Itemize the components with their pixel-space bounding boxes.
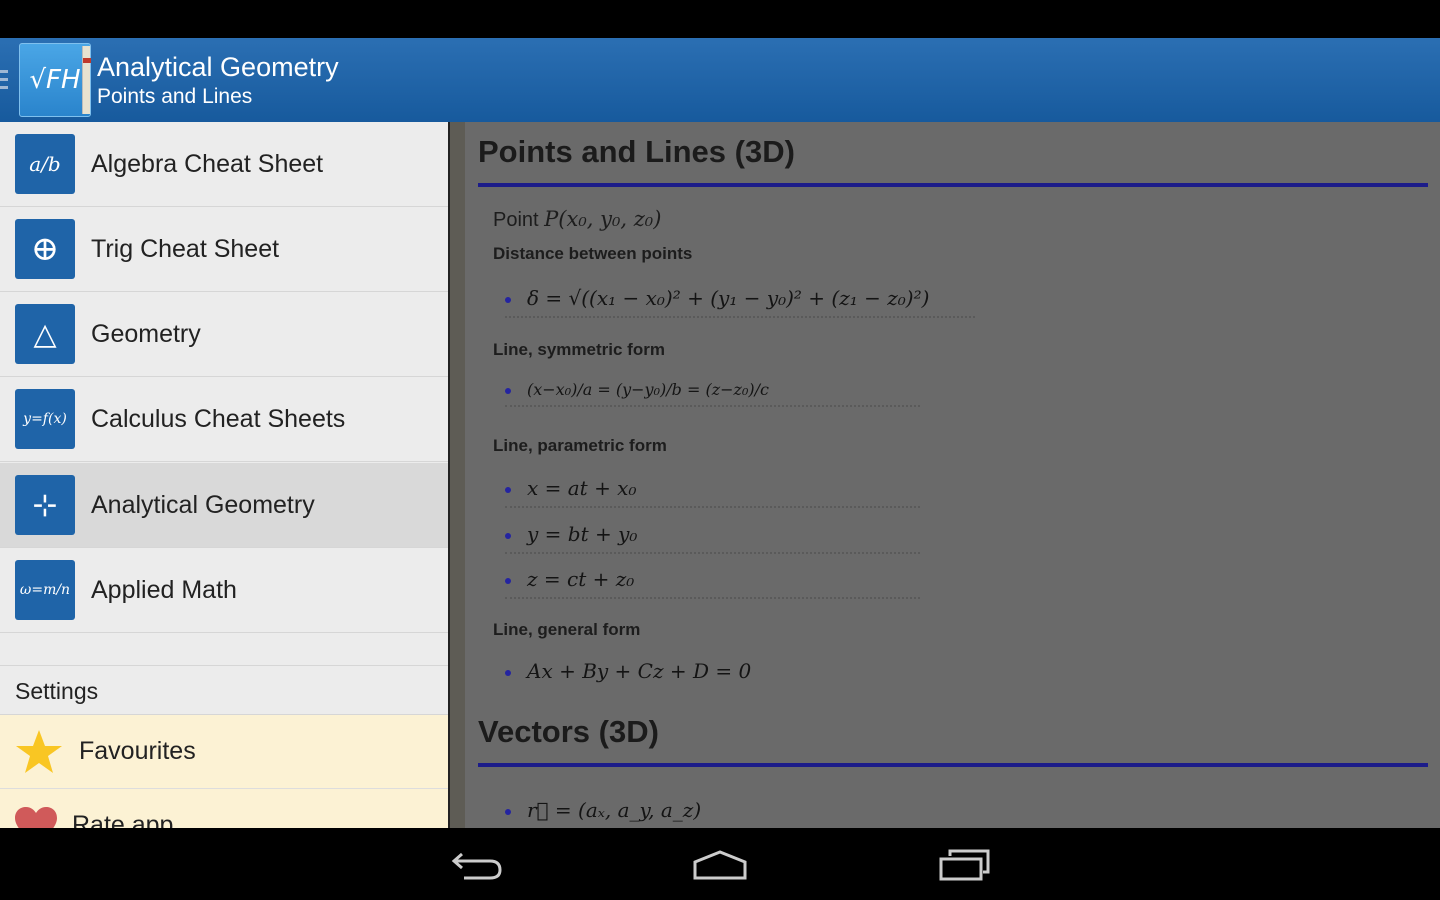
drawer-item-calculus[interactable]: y=f(x) Calculus Cheat Sheets	[0, 377, 448, 462]
section-heading: Vectors (3D)	[478, 714, 659, 749]
formula-text: z = ct + z₀	[527, 567, 635, 591]
system-nav-bar	[0, 828, 1440, 900]
home-icon[interactable]	[692, 848, 748, 880]
page-title: Analytical Geometry	[97, 52, 339, 82]
content-edge	[450, 122, 465, 828]
star-icon	[16, 729, 62, 773]
section-heading: Points and Lines (3D)	[478, 134, 795, 169]
parametric-z: z = ct + z₀	[505, 567, 920, 599]
favourites-item[interactable]: Favourites	[0, 715, 448, 789]
bullet-icon	[505, 486, 511, 493]
recent-apps-icon[interactable]	[938, 848, 992, 882]
vector-formula: r⃗ = (aₓ, a_y, a_z)	[505, 798, 920, 828]
drawer-item-label: Algebra Cheat Sheet	[91, 149, 324, 178]
back-icon[interactable]	[450, 848, 504, 880]
trig-quadrants-icon: ⊕	[15, 219, 75, 279]
rate-app-label: Rate app	[72, 811, 174, 828]
formula-text: x = at + x₀	[527, 476, 637, 500]
triangle-icon: △	[15, 304, 75, 364]
point-formula: P(x₀, y₀, z₀)	[544, 207, 662, 231]
omega-icon: ω=m/n	[15, 560, 75, 620]
drawer-toggle-icon[interactable]	[0, 70, 8, 94]
drawer-item-label: Applied Math	[91, 575, 237, 604]
drawer-item-label: Calculus Cheat Sheets	[91, 404, 346, 433]
page-subtitle: Points and Lines	[97, 85, 253, 108]
function-icon: y=f(x)	[15, 389, 75, 449]
heart-icon	[15, 807, 57, 828]
bullet-icon	[505, 532, 511, 539]
status-bar	[0, 0, 1440, 38]
navigation-drawer[interactable]: a/b Algebra Cheat Sheet ⊕ Trig Cheat Sheet…	[0, 122, 450, 828]
general-formula: Ax + By + Cz + D = 0	[505, 659, 920, 689]
distance-label: Distance between points	[493, 244, 693, 263]
drawer-item-applied-math[interactable]: ω=m/n Applied Math	[0, 548, 448, 633]
divider	[478, 763, 1428, 767]
app-logo[interactable]: √FH	[19, 43, 91, 117]
formula-text: Ax + By + Cz + D = 0	[527, 659, 752, 683]
formula-text: y = bt + y₀	[527, 522, 638, 546]
parametric-y: y = bt + y₀	[505, 522, 920, 554]
drawer-item-trig[interactable]: ⊕ Trig Cheat Sheet	[0, 207, 448, 292]
formula-text: r⃗ = (aₓ, a_y, a_z)	[527, 798, 702, 822]
drawer-item-algebra[interactable]: a/b Algebra Cheat Sheet	[0, 122, 448, 207]
action-bar: √FH Analytical Geometry Points and Lines	[0, 38, 1440, 122]
drawer-item-label: Geometry	[91, 319, 201, 348]
parametric-label: Line, parametric form	[493, 436, 667, 455]
rate-app-item[interactable]: Rate app	[0, 789, 448, 828]
symmetric-label: Line, symmetric form	[493, 340, 665, 359]
axes-icon: ⊹	[15, 475, 75, 535]
favourites-label: Favourites	[79, 737, 196, 765]
point-label: Point	[493, 209, 539, 231]
drawer-item-analytical-geometry[interactable]: ⊹ Analytical Geometry	[0, 463, 448, 548]
content-pane[interactable]: Points and Lines (3D) Point P(x₀, y₀, z₀…	[450, 122, 1440, 828]
bullet-icon	[505, 577, 511, 584]
point-line: Point P(x₀, y₀, z₀)	[493, 207, 661, 232]
symmetric-formula: (x−x₀)/a = (y−y₀)/b = (z−z₀)/c	[505, 380, 920, 407]
bullet-icon	[505, 296, 511, 303]
divider	[478, 183, 1428, 187]
distance-formula: δ = √((x₁ − x₀)² + (y₁ − y₀)² + (z₁ − z₀…	[505, 286, 975, 318]
parametric-x: x = at + x₀	[505, 476, 920, 508]
fraction-icon: a/b	[15, 134, 75, 194]
bullet-icon	[505, 387, 511, 394]
settings-header[interactable]: Settings	[0, 665, 448, 715]
drawer-item-geometry[interactable]: △ Geometry	[0, 292, 448, 377]
bullet-icon	[505, 808, 511, 815]
drawer-item-label: Analytical Geometry	[91, 490, 315, 519]
bullet-icon	[505, 669, 511, 676]
drawer-item-label: Trig Cheat Sheet	[91, 234, 280, 263]
formula-text: (x−x₀)/a = (y−y₀)/b = (z−z₀)/c	[527, 380, 769, 399]
formula-text: δ = √((x₁ − x₀)² + (y₁ − y₀)² + (z₁ − z₀…	[527, 286, 930, 310]
general-label: Line, general form	[493, 620, 641, 639]
